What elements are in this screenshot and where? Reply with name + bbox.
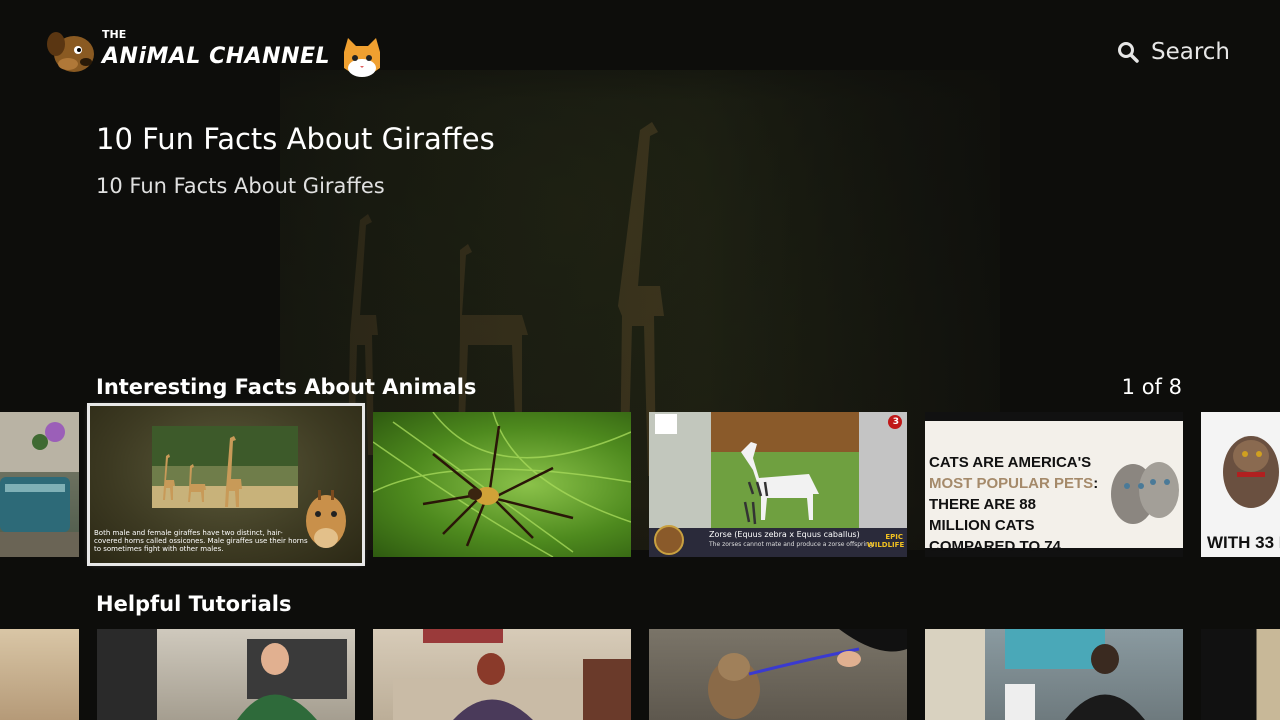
cat-thumbnail	[1223, 436, 1279, 508]
man-desk-thumbnail	[97, 629, 347, 720]
dog-logo-icon	[47, 32, 94, 72]
row-title-tutorials: Helpful Tutorials	[96, 592, 292, 616]
partial-left-tile[interactable]	[0, 412, 79, 557]
partial-right-text: WITH 33 D	[1207, 533, 1280, 552]
partial-right-tile[interactable]: WITH 33 D	[1201, 412, 1280, 557]
kittens-thumbnail	[1111, 462, 1179, 524]
logo-the-text: THE	[102, 28, 127, 41]
cats-facts-text: CATS ARE AMERICA'S MOST POPULAR PETS: TH…	[929, 454, 1099, 555]
row-counter: 1 of 8	[1121, 375, 1182, 399]
cat-leash-thumbnail	[708, 629, 907, 719]
tutorial-partial-right[interactable]	[1201, 629, 1280, 720]
search-button[interactable]: Search	[1117, 36, 1230, 68]
row-title-facts: Interesting Facts About Animals	[96, 375, 477, 399]
spider-thumbnail	[373, 412, 631, 557]
video-subtitle: 10 Fun Facts About Giraffes	[96, 174, 385, 198]
tutorial-woman-couch[interactable]	[373, 629, 631, 720]
channel-logo: THE ANiMAL CHANNEL	[44, 24, 386, 82]
zorse-badge: 3	[892, 417, 899, 427]
spider-tile[interactable]	[373, 412, 631, 557]
zorse-tile[interactable]: 3 Zorse (Equus zebra x Equus caballus) T…	[649, 412, 907, 557]
tutorial-partial-left[interactable]	[0, 629, 79, 720]
epic-wildlife-brand: EPIC WILDLIFE	[867, 533, 905, 549]
woman-couch-thumbnail	[393, 629, 631, 720]
logo-name-text: ANiMAL CHANNEL	[102, 44, 331, 69]
video-title: 10 Fun Facts About Giraffes	[96, 122, 495, 156]
tutorial-woman-bathroom[interactable]	[925, 629, 1183, 720]
cats-facts-tile[interactable]: CATS ARE AMERICA'S MOST POPULAR PETS: TH…	[925, 412, 1183, 557]
tile-caption: Both male and female giraffes have two d…	[94, 529, 308, 553]
search-label: Search	[1150, 39, 1230, 65]
giraffe-facts-tile[interactable]: Both male and female giraffes have two d…	[87, 403, 365, 566]
plant-pot-thumbnail	[0, 412, 79, 557]
woman-bathroom-thumbnail	[925, 629, 1145, 720]
tutorial-cat-leash[interactable]	[649, 629, 907, 720]
search-icon	[1117, 42, 1139, 63]
tutorial-man-desk[interactable]	[97, 629, 355, 720]
cat-logo-icon	[344, 38, 380, 77]
